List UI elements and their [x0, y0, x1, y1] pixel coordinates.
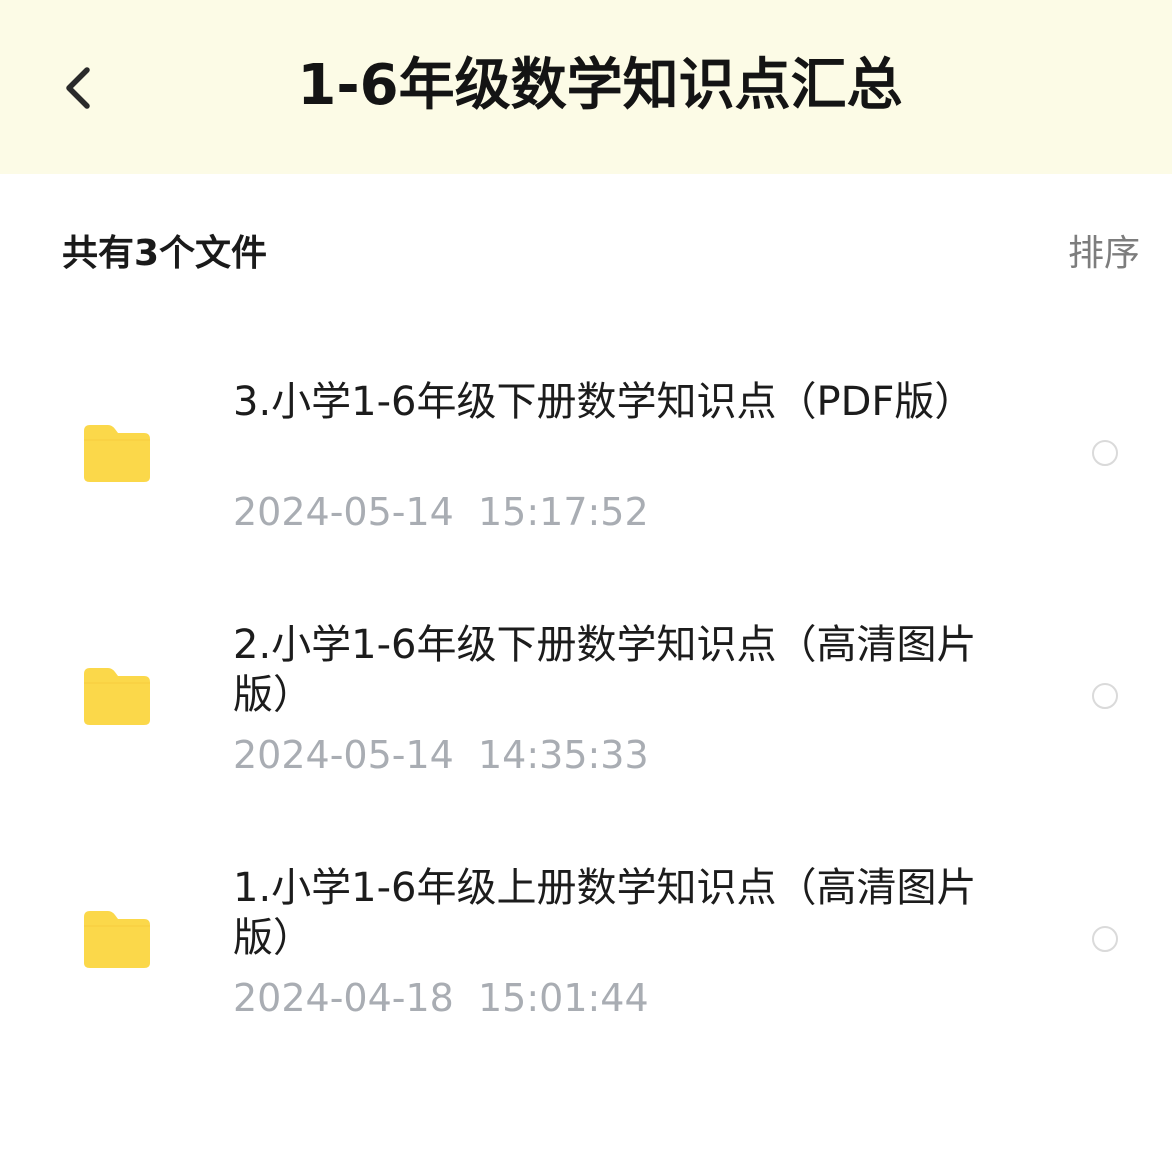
select-radio[interactable] — [1092, 683, 1118, 709]
select-radio[interactable] — [1092, 926, 1118, 952]
chevron-left-icon — [66, 67, 90, 109]
file-list-item[interactable]: 1.小学1-6年级上册数学知识点（高清图片版） 2024-04-18 15:01… — [0, 831, 1172, 1051]
folder-icon — [84, 668, 150, 725]
select-radio[interactable] — [1092, 440, 1118, 466]
file-name: 1.小学1-6年级上册数学知识点（高清图片版） — [233, 865, 977, 961]
file-list-page: 1-6年级数学知识点汇总 共有3个文件 排序 3.小学1-6年级下册数学知识点（… — [0, 0, 1172, 1172]
file-name: 3.小学1-6年级下册数学知识点（PDF版） — [233, 379, 975, 425]
top-bar: 1-6年级数学知识点汇总 — [0, 0, 1172, 174]
file-name: 2.小学1-6年级下册数学知识点（高清图片版） — [233, 622, 977, 718]
file-list-item[interactable]: 2.小学1-6年级下册数学知识点（高清图片版） 2024-05-14 14:35… — [0, 588, 1172, 808]
sort-button[interactable]: 排序 — [1068, 230, 1140, 278]
file-modified-date: 2024-05-14 14:35:33 — [233, 733, 649, 777]
file-count-label: 共有3个文件 — [62, 233, 268, 274]
page-title: 1-6年级数学知识点汇总 — [297, 53, 903, 118]
back-button[interactable] — [44, 50, 114, 126]
file-list-item[interactable]: 3.小学1-6年级下册数学知识点（PDF版） 2024-05-14 15:17:… — [0, 345, 1172, 565]
folder-icon — [84, 911, 150, 968]
file-modified-date: 2024-04-18 15:01:44 — [233, 976, 649, 1020]
folder-icon — [84, 425, 150, 482]
file-modified-date: 2024-05-14 15:17:52 — [233, 490, 649, 534]
